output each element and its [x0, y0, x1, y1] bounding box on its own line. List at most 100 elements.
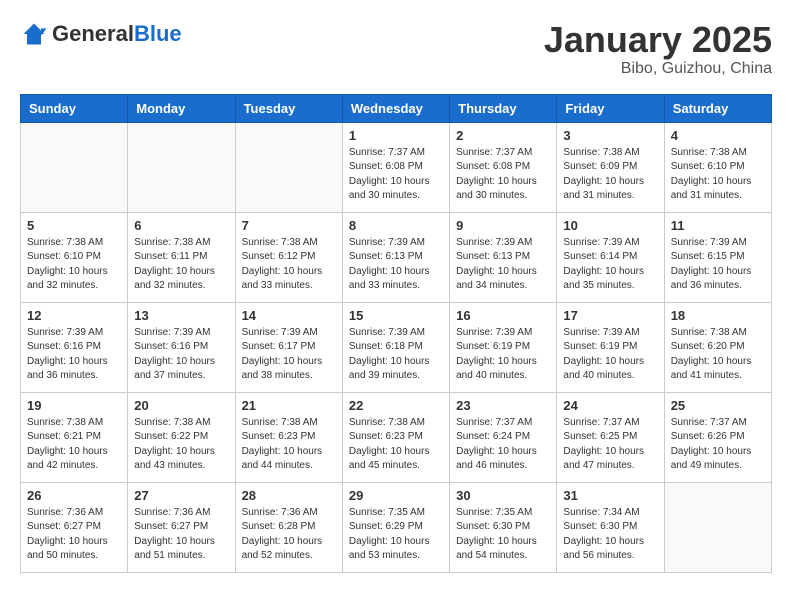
calendar-cell: 21 Sunrise: 7:38 AM Sunset: 6:23 PM Dayli…	[235, 392, 342, 482]
calendar-cell: 15 Sunrise: 7:39 AM Sunset: 6:18 PM Dayli…	[342, 302, 449, 392]
day-number: 5	[27, 218, 121, 233]
calendar-cell: 14Sunrise: 7:39 AM Sunset: 6:17 PM Dayli…	[235, 302, 342, 392]
column-header-monday: Monday	[128, 94, 235, 122]
day-number: 16	[456, 308, 550, 323]
day-number: 8	[349, 218, 443, 233]
day-info: Sunrise: 7:37 AM Sunset: 6:24 PM Dayligh…	[456, 416, 550, 474]
logo-text: GeneralBlue	[52, 23, 182, 46]
day-number: 23	[456, 398, 550, 413]
day-number: 6	[134, 218, 228, 233]
calendar-cell: 18 Sunrise: 7:38 AM Sunset: 6:20 PM Dayli…	[664, 302, 771, 392]
day-info: Sunrise: 7:38 AM Sunset: 6:23 PM Dayligh…	[242, 416, 336, 474]
day-number: 30	[456, 488, 550, 503]
calendar-cell: 1 Sunrise: 7:37 AM Sunset: 6:08 PM Daylig…	[342, 122, 449, 212]
calendar-cell: 30 Sunrise: 7:35 AM Sunset: 6:30 PM Dayli…	[450, 482, 557, 572]
column-header-sunday: Sunday	[21, 94, 128, 122]
logo: GeneralBlue	[20, 20, 182, 48]
day-info: Sunrise: 7:37 AM Sunset: 6:25 PM Dayligh…	[563, 416, 657, 474]
calendar-week-row: 1 Sunrise: 7:37 AM Sunset: 6:08 PM Daylig…	[21, 122, 772, 212]
logo-general: General	[52, 21, 134, 46]
calendar-cell: 22Sunrise: 7:38 AM Sunset: 6:23 PM Dayli…	[342, 392, 449, 482]
calendar-table: SundayMondayTuesdayWednesdayThursdayFrid…	[20, 94, 772, 573]
calendar-cell: 10Sunrise: 7:39 AM Sunset: 6:14 PM Dayli…	[557, 212, 664, 302]
calendar-cell: 2 Sunrise: 7:37 AM Sunset: 6:08 PM Daylig…	[450, 122, 557, 212]
column-header-saturday: Saturday	[664, 94, 771, 122]
calendar-cell: 13 Sunrise: 7:39 AM Sunset: 6:16 PM Dayli…	[128, 302, 235, 392]
calendar-cell	[235, 122, 342, 212]
page-header: GeneralBlue January 2025 Bibo, Guizhou, …	[20, 20, 772, 78]
calendar-week-row: 5Sunrise: 7:38 AM Sunset: 6:10 PM Daylig…	[21, 212, 772, 302]
day-info: Sunrise: 7:37 AM Sunset: 6:26 PM Dayligh…	[671, 416, 765, 474]
day-number: 19	[27, 398, 121, 413]
day-info: Sunrise: 7:39 AM Sunset: 6:14 PM Dayligh…	[563, 236, 657, 294]
calendar-cell: 31Sunrise: 7:34 AM Sunset: 6:30 PM Dayli…	[557, 482, 664, 572]
day-info: Sunrise: 7:38 AM Sunset: 6:12 PM Dayligh…	[242, 236, 336, 294]
day-number: 13	[134, 308, 228, 323]
day-info: Sunrise: 7:38 AM Sunset: 6:11 PM Dayligh…	[134, 236, 228, 294]
calendar-cell: 17 Sunrise: 7:39 AM Sunset: 6:19 PM Dayli…	[557, 302, 664, 392]
day-info: Sunrise: 7:39 AM Sunset: 6:15 PM Dayligh…	[671, 236, 765, 294]
day-info: Sunrise: 7:39 AM Sunset: 6:13 PM Dayligh…	[349, 236, 443, 294]
day-number: 12	[27, 308, 121, 323]
column-header-tuesday: Tuesday	[235, 94, 342, 122]
calendar-cell: 25 Sunrise: 7:37 AM Sunset: 6:26 PM Dayli…	[664, 392, 771, 482]
day-info: Sunrise: 7:37 AM Sunset: 6:08 PM Dayligh…	[349, 146, 443, 204]
calendar-cell: 6 Sunrise: 7:38 AM Sunset: 6:11 PM Daylig…	[128, 212, 235, 302]
day-number: 29	[349, 488, 443, 503]
day-info: Sunrise: 7:38 AM Sunset: 6:23 PM Dayligh…	[349, 416, 443, 474]
column-header-thursday: Thursday	[450, 94, 557, 122]
day-info: Sunrise: 7:35 AM Sunset: 6:29 PM Dayligh…	[349, 506, 443, 564]
calendar-cell: 28 Sunrise: 7:36 AM Sunset: 6:28 PM Dayli…	[235, 482, 342, 572]
calendar-cell: 12Sunrise: 7:39 AM Sunset: 6:16 PM Dayli…	[21, 302, 128, 392]
calendar-cell: 5Sunrise: 7:38 AM Sunset: 6:10 PM Daylig…	[21, 212, 128, 302]
calendar-cell: 19 Sunrise: 7:38 AM Sunset: 6:21 PM Dayli…	[21, 392, 128, 482]
calendar-cell: 24Sunrise: 7:37 AM Sunset: 6:25 PM Dayli…	[557, 392, 664, 482]
day-number: 28	[242, 488, 336, 503]
calendar-cell: 8 Sunrise: 7:39 AM Sunset: 6:13 PM Daylig…	[342, 212, 449, 302]
day-number: 20	[134, 398, 228, 413]
day-number: 21	[242, 398, 336, 413]
day-number: 2	[456, 128, 550, 143]
day-info: Sunrise: 7:39 AM Sunset: 6:13 PM Dayligh…	[456, 236, 550, 294]
column-header-friday: Friday	[557, 94, 664, 122]
day-number: 26	[27, 488, 121, 503]
calendar-cell: 7Sunrise: 7:38 AM Sunset: 6:12 PM Daylig…	[235, 212, 342, 302]
day-number: 25	[671, 398, 765, 413]
day-info: Sunrise: 7:38 AM Sunset: 6:21 PM Dayligh…	[27, 416, 121, 474]
day-number: 15	[349, 308, 443, 323]
calendar-cell	[21, 122, 128, 212]
calendar-cell: 4Sunrise: 7:38 AM Sunset: 6:10 PM Daylig…	[664, 122, 771, 212]
day-number: 9	[456, 218, 550, 233]
calendar-cell: 27Sunrise: 7:36 AM Sunset: 6:27 PM Dayli…	[128, 482, 235, 572]
day-number: 1	[349, 128, 443, 143]
calendar-week-row: 19 Sunrise: 7:38 AM Sunset: 6:21 PM Dayli…	[21, 392, 772, 482]
calendar-cell: 16Sunrise: 7:39 AM Sunset: 6:19 PM Dayli…	[450, 302, 557, 392]
day-info: Sunrise: 7:38 AM Sunset: 6:20 PM Dayligh…	[671, 326, 765, 384]
calendar-header-row: SundayMondayTuesdayWednesdayThursdayFrid…	[21, 94, 772, 122]
calendar-cell: 23 Sunrise: 7:37 AM Sunset: 6:24 PM Dayli…	[450, 392, 557, 482]
day-number: 18	[671, 308, 765, 323]
day-info: Sunrise: 7:36 AM Sunset: 6:27 PM Dayligh…	[27, 506, 121, 564]
calendar-cell: 11Sunrise: 7:39 AM Sunset: 6:15 PM Dayli…	[664, 212, 771, 302]
logo-blue: Blue	[134, 21, 182, 46]
day-info: Sunrise: 7:36 AM Sunset: 6:27 PM Dayligh…	[134, 506, 228, 564]
day-number: 14	[242, 308, 336, 323]
day-info: Sunrise: 7:39 AM Sunset: 6:16 PM Dayligh…	[134, 326, 228, 384]
day-info: Sunrise: 7:36 AM Sunset: 6:28 PM Dayligh…	[242, 506, 336, 564]
calendar-week-row: 12 Sunrise: 7:39 AM Sunset: 6:16 PM Dayli…	[21, 302, 772, 392]
day-info: Sunrise: 7:37 AM Sunset: 6:08 PM Dayligh…	[456, 146, 550, 204]
title-section: January 2025 Bibo, Guizhou, China	[544, 20, 772, 78]
day-info: Sunrise: 7:39 AM Sunset: 6:18 PM Dayligh…	[349, 326, 443, 384]
calendar-cell: 20 Sunrise: 7:38 AM Sunset: 6:22 PM Dayli…	[128, 392, 235, 482]
location: Bibo, Guizhou, China	[544, 60, 772, 78]
month-title: January 2025	[544, 20, 772, 60]
day-info: Sunrise: 7:35 AM Sunset: 6:30 PM Dayligh…	[456, 506, 550, 564]
day-number: 3	[563, 128, 657, 143]
day-info: Sunrise: 7:39 AM Sunset: 6:19 PM Dayligh…	[563, 326, 657, 384]
day-info: Sunrise: 7:38 AM Sunset: 6:22 PM Dayligh…	[134, 416, 228, 474]
calendar-week-row: 26 Sunrise: 7:36 AM Sunset: 6:27 PM Dayli…	[21, 482, 772, 572]
day-info: Sunrise: 7:34 AM Sunset: 6:30 PM Dayligh…	[563, 506, 657, 564]
day-number: 17	[563, 308, 657, 323]
day-info: Sunrise: 7:38 AM Sunset: 6:09 PM Dayligh…	[563, 146, 657, 204]
logo-icon	[20, 20, 48, 48]
